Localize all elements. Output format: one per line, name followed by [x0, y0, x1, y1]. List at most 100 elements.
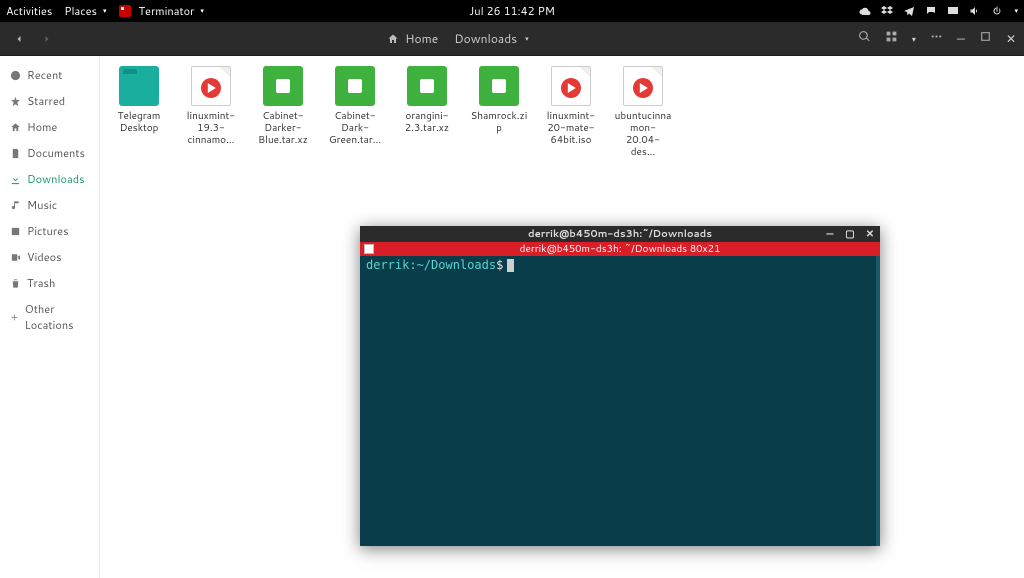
pictures-icon	[10, 226, 21, 237]
file-label: linuxmint-19.3-cinnamo...	[182, 110, 240, 146]
window-maximize-button[interactable]	[979, 30, 992, 47]
places-menu[interactable]: Places ▾	[64, 3, 106, 19]
prompt-user: derrik:	[366, 258, 417, 272]
chevron-down-icon: ▾	[200, 6, 204, 16]
path-downloads[interactable]: Downloads ▾	[454, 30, 528, 47]
file-item[interactable]: linuxmint-20-mate-64bit.iso	[542, 66, 600, 158]
sidebar-item-label: Trash	[27, 275, 55, 291]
terminal-tab[interactable]: derrik@b450m-ds3h: ~/Downloads 80x21	[360, 242, 880, 256]
clock[interactable]: Jul 26 11:42 PM	[469, 3, 555, 19]
file-item[interactable]: Telegram Desktop	[110, 66, 168, 158]
view-chevron-icon[interactable]: ▾	[912, 33, 916, 45]
activities-button[interactable]: Activities	[6, 3, 52, 19]
sidebar-item-home[interactable]: Home	[0, 114, 99, 140]
terminal-body[interactable]: derrik:~/Downloads$	[360, 256, 880, 546]
sidebar-item-trash[interactable]: Trash	[0, 270, 99, 296]
forward-button[interactable]	[36, 28, 58, 50]
sidebar-item-pictures[interactable]: Pictures	[0, 218, 99, 244]
sidebar-item-videos[interactable]: Videos	[0, 244, 99, 270]
sidebar-item-label: Home	[27, 119, 57, 135]
chevron-down-icon: ▾	[103, 6, 107, 16]
file-label: Telegram Desktop	[110, 110, 168, 134]
trash-icon	[10, 278, 21, 289]
starred-icon	[10, 96, 21, 107]
volume-icon[interactable]	[969, 5, 981, 17]
path-downloads-label: Downloads	[454, 30, 517, 47]
terminal-cursor	[507, 259, 514, 272]
file-label: orangini-2.3.tar.xz	[398, 110, 456, 134]
files-window: Home Downloads ▾ ▾ — ✕ Recent Starred Home…	[0, 22, 1024, 578]
home-icon	[387, 33, 399, 45]
file-label: ubuntucinnamon-20.04-des...	[614, 110, 672, 158]
terminal-title-text: derrik@b450m-ds3h:~/Downloads	[528, 227, 712, 241]
prompt-dollar: $	[496, 258, 503, 272]
view-toggle-button[interactable]	[885, 30, 898, 47]
file-item[interactable]: ubuntucinnamon-20.04-des...	[614, 66, 672, 158]
file-label: Cabinet-Darker-Blue.tar.xz	[254, 110, 312, 146]
dropbox-icon[interactable]	[881, 5, 893, 17]
sidebar-item-other-locations[interactable]: Other Locations	[0, 296, 99, 338]
archive-icon	[479, 66, 519, 106]
downloads-icon	[10, 174, 21, 185]
recent-icon	[10, 70, 21, 81]
music-icon	[10, 200, 21, 211]
file-item[interactable]: orangini-2.3.tar.xz	[398, 66, 456, 158]
terminal-titlebar[interactable]: derrik@b450m-ds3h:~/Downloads — ▢ ✕	[360, 226, 880, 242]
sidebar-item-music[interactable]: Music	[0, 192, 99, 218]
files-toolbar: Home Downloads ▾ ▾ — ✕	[0, 22, 1024, 56]
sidebar-item-downloads[interactable]: Downloads	[0, 166, 99, 192]
hamburger-menu-button[interactable]	[930, 30, 943, 47]
workspace-icon[interactable]	[947, 5, 959, 17]
files-sidebar: Recent Starred Home Documents Downloads Music…	[0, 56, 100, 578]
file-item[interactable]: Cabinet-Darker-Blue.tar.xz	[254, 66, 312, 158]
sidebar-item-documents[interactable]: Documents	[0, 140, 99, 166]
prompt-path: ~/Downloads	[417, 258, 496, 272]
sidebar-item-recent[interactable]: Recent	[0, 62, 99, 88]
path-home-label: Home	[405, 30, 438, 47]
search-button[interactable]	[858, 30, 871, 47]
telegram-icon[interactable]	[903, 5, 915, 17]
system-menu-chevron-icon[interactable]: ▾	[1015, 6, 1019, 16]
sidebar-item-label: Downloads	[27, 171, 85, 187]
sidebar-item-label: Starred	[27, 93, 65, 109]
back-button[interactable]	[8, 28, 30, 50]
app-menu-label: Terminator	[139, 3, 195, 19]
terminator-icon	[119, 5, 131, 17]
power-icon[interactable]	[991, 5, 1003, 17]
terminal-close-button[interactable]: ✕	[864, 228, 876, 240]
disk-image-icon	[191, 66, 231, 106]
sidebar-item-label: Music	[27, 197, 57, 213]
sidebar-item-label: Videos	[27, 249, 62, 265]
sidebar-item-label: Pictures	[27, 223, 69, 239]
chevron-down-icon: ▾	[525, 34, 529, 44]
sidebar-item-starred[interactable]: Starred	[0, 88, 99, 114]
cloud-icon[interactable]	[859, 5, 871, 17]
home-icon	[10, 122, 21, 133]
window-close-button[interactable]: ✕	[1006, 30, 1016, 47]
terminal-window: derrik@b450m-ds3h:~/Downloads — ▢ ✕ derr…	[360, 226, 880, 546]
path-home[interactable]: Home	[387, 30, 438, 47]
terminal-tab-label: derrik@b450m-ds3h: ~/Downloads 80x21	[520, 242, 721, 256]
terminal-maximize-button[interactable]: ▢	[844, 228, 856, 240]
documents-icon	[10, 148, 21, 159]
sidebar-item-label: Recent	[27, 67, 62, 83]
disk-image-icon	[623, 66, 663, 106]
files-grid: Telegram Desktop linuxmint-19.3-cinnamo..…	[110, 66, 1014, 158]
file-label: linuxmint-20-mate-64bit.iso	[542, 110, 600, 146]
window-minimize-button[interactable]: —	[957, 30, 965, 47]
places-label: Places	[64, 3, 97, 19]
terminal-minimize-button[interactable]: —	[824, 228, 836, 240]
file-item[interactable]: Shamrock.zip	[470, 66, 528, 158]
sidebar-item-label: Other Locations	[25, 301, 89, 333]
file-item[interactable]: linuxmint-19.3-cinnamo...	[182, 66, 240, 158]
discord-icon[interactable]	[925, 5, 937, 17]
sidebar-item-label: Documents	[27, 145, 85, 161]
archive-icon	[335, 66, 375, 106]
file-item[interactable]: Cabinet-Dark-Green.tar...	[326, 66, 384, 158]
disk-image-icon	[551, 66, 591, 106]
app-menu[interactable]: Terminator ▾	[119, 3, 204, 19]
archive-icon	[407, 66, 447, 106]
terminal-scrollbar[interactable]	[876, 256, 880, 546]
files-content[interactable]: Telegram Desktop linuxmint-19.3-cinnamo..…	[100, 56, 1024, 578]
file-label: Shamrock.zip	[470, 110, 528, 134]
